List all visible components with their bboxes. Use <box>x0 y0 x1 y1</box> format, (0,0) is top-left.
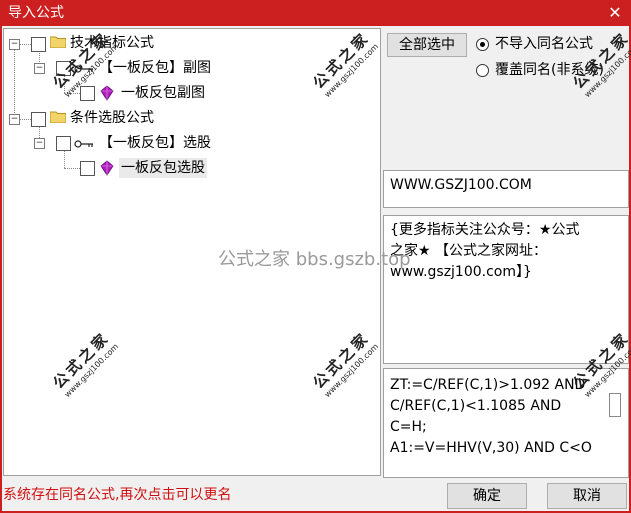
tree-checkbox[interactable] <box>31 37 46 52</box>
tree-checkbox[interactable] <box>56 136 71 151</box>
radio-skip-duplicate-label[interactable]: 不导入同名公式 <box>495 35 593 53</box>
formula-gem-icon <box>100 85 114 101</box>
tree-node-label[interactable]: 条件选股公式 <box>70 108 154 128</box>
tree-line <box>19 119 31 120</box>
tree-expander[interactable]: − <box>34 138 45 149</box>
code-scrollbar-thumb[interactable] <box>609 393 621 417</box>
tree-checkbox[interactable] <box>80 161 95 176</box>
window-title: 导入公式 <box>8 5 64 21</box>
tree-checkbox[interactable] <box>80 86 95 101</box>
title-bar: 导入公式 ✕ <box>0 0 631 26</box>
tree-line <box>14 49 15 119</box>
tree-node-label[interactable]: 【一板反包】选股 <box>99 133 211 153</box>
tree-expander[interactable]: − <box>34 63 45 74</box>
tree-line <box>64 168 80 169</box>
tree-expander[interactable]: − <box>9 39 20 50</box>
folder-icon <box>50 36 66 48</box>
tree-node-label[interactable]: 一板反包副图 <box>121 83 205 103</box>
info-text: {更多指标关注公众号：★公式 之家★ 【公式之家网址： www.gszj100.… <box>390 222 580 280</box>
tree-node-label-selected[interactable]: 一板反包选股 <box>119 158 207 178</box>
tree-line <box>64 150 65 168</box>
tree-line <box>19 44 31 45</box>
close-icon[interactable]: ✕ <box>605 3 625 23</box>
radio-overwrite[interactable] <box>476 64 489 77</box>
center-watermark: 公式之家 bbs.gszb.top <box>218 249 411 270</box>
window-frame-left <box>0 26 2 513</box>
radio-skip-duplicate[interactable] <box>476 38 489 51</box>
url-field[interactable]: WWW.GSZJ100.COM <box>383 170 629 208</box>
cancel-button[interactable]: 取消 <box>547 483 627 509</box>
ok-button[interactable]: 确定 <box>447 483 527 509</box>
select-all-button[interactable]: 全部选中 <box>387 33 467 57</box>
tree-expander[interactable]: − <box>9 114 20 125</box>
info-textbox[interactable]: {更多指标关注公众号：★公式 之家★ 【公式之家网址： www.gszj100.… <box>383 215 629 364</box>
folder-icon <box>50 111 66 123</box>
tree-node-label[interactable]: 【一板反包】副图 <box>99 58 211 78</box>
key-icon <box>74 140 93 148</box>
url-text: WWW.GSZJ100.COM <box>390 177 532 193</box>
tree-checkbox[interactable] <box>31 112 46 127</box>
status-message: 系统存在同名公式,再次点击可以更名 <box>3 487 232 503</box>
formula-gem-icon <box>100 160 114 176</box>
import-formula-dialog: 导入公式 ✕ − 技术指标公式 − 【一板反包】副图 一板反包副图 − 条件选股… <box>0 0 631 513</box>
